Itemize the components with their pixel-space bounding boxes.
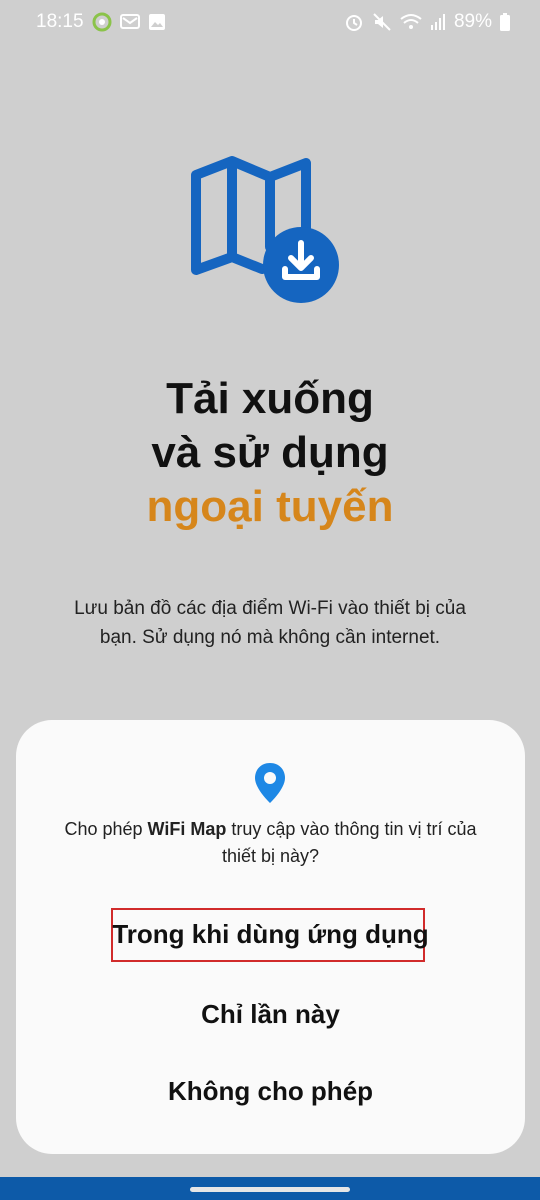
headline-accent: ngoại tuyến (146, 482, 394, 531)
allow-once-button[interactable]: Chỉ lần này (16, 999, 525, 1030)
messages-icon (119, 13, 140, 31)
permission-dialog: Cho phép WiFi Map truy cập vào thông tin… (16, 720, 525, 1154)
status-right: 89% (344, 11, 510, 33)
app-notification-icon (92, 12, 112, 32)
status-left: 18:15 (36, 11, 166, 33)
status-time: 18:15 (36, 11, 84, 32)
map-download-icon (190, 155, 345, 305)
app-name: WiFi Map (147, 819, 227, 839)
wifi-icon (400, 13, 422, 31)
gallery-icon (148, 13, 166, 31)
headline: Tải xuống và sử dụng ngoại tuyến (0, 372, 540, 534)
question-prefix: Cho phép (64, 819, 148, 839)
battery-percent: 89% (453, 11, 492, 32)
headline-line-2: và sử dụng (151, 428, 389, 477)
battery-icon (500, 13, 510, 31)
permission-question: Cho phép WiFi Map truy cập vào thông tin… (46, 816, 495, 870)
question-suffix: truy cập vào thông tin vị trí của thiết … (221, 819, 477, 866)
location-pin-icon (253, 762, 287, 804)
alarm-icon (344, 12, 364, 32)
deny-button[interactable]: Không cho phép (16, 1076, 525, 1107)
allow-while-using-button[interactable]: Trong khi dùng ứng dụng (16, 919, 525, 950)
subtitle: Lưu bản đồ các địa điểm Wi-Fi vào thiết … (74, 598, 466, 648)
signal-icon (430, 13, 446, 31)
navigation-handle[interactable] (190, 1187, 350, 1192)
bottom-bar (0, 1177, 540, 1200)
status-bar: 18:15 89% (0, 0, 540, 44)
mute-icon (372, 12, 392, 32)
headline-line-1: Tải xuống (166, 374, 374, 423)
